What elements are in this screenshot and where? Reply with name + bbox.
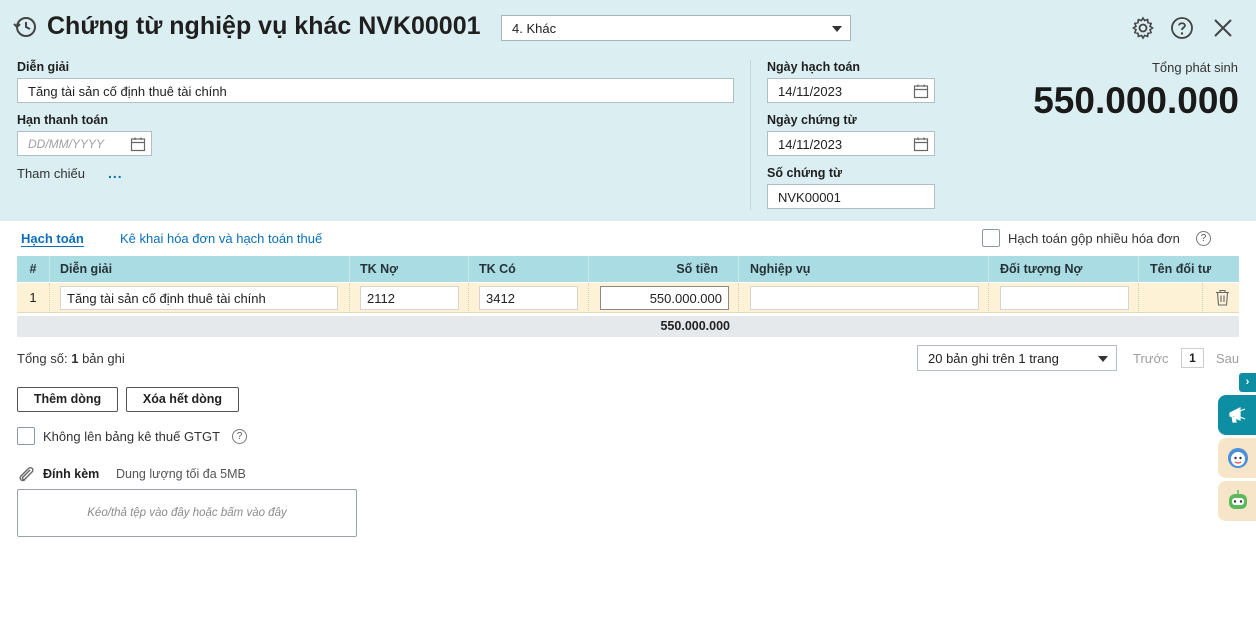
column-header-index: #	[17, 256, 50, 282]
row-operation-input[interactable]	[750, 286, 979, 310]
row-amount-input[interactable]: 550.000.000	[600, 286, 729, 310]
chevron-right-icon[interactable]: ›	[1239, 373, 1256, 392]
page-title: Chứng từ nghiệp vụ khác NVK00001	[47, 12, 481, 40]
posting-date-label: Ngày hạch toán	[767, 60, 861, 74]
chevron-down-icon	[832, 26, 842, 32]
row-debit-object-cell	[989, 283, 1139, 313]
combine-invoices-checkbox[interactable]	[982, 229, 1000, 247]
help-icon[interactable]: ?	[232, 429, 247, 444]
record-summary: Tổng số: 1 bản ghi	[17, 351, 125, 366]
add-row-button[interactable]: Thêm dòng	[17, 387, 118, 412]
row-description-cell: Tăng tài sản cố định thuê tài chính	[50, 283, 350, 313]
description-input[interactable]: Tăng tài sản cố định thuê tài chính	[17, 78, 734, 103]
due-date-label: Hạn thanh toán	[17, 113, 108, 127]
megaphone-icon	[1229, 407, 1246, 423]
voucher-date-label: Ngày chứng từ	[767, 113, 857, 127]
calendar-icon[interactable]	[913, 136, 929, 152]
no-vat-list-label: Không lên bảng kê thuế GTGT	[43, 429, 221, 444]
total-value: 550.000.000	[1033, 80, 1239, 121]
support-assistant-button[interactable]	[1218, 438, 1256, 478]
help-icon[interactable]	[1170, 16, 1194, 40]
column-header-amount: Số tiền	[589, 256, 739, 282]
row-debit-account-input[interactable]: 2112	[360, 286, 459, 310]
no-vat-list-checkbox[interactable]	[17, 427, 35, 445]
misa-bot-button[interactable]	[1218, 481, 1256, 521]
combine-invoices-label: Hạch toán gộp nhiều hóa đơn	[1008, 231, 1180, 246]
posting-date-input[interactable]: 14/11/2023	[767, 78, 935, 103]
row-index: 1	[17, 283, 50, 313]
record-count: 1	[71, 351, 79, 366]
row-operation-cell	[739, 283, 989, 313]
paperclip-icon	[19, 466, 34, 482]
column-header-debit-account: TK Nợ	[350, 256, 469, 282]
delete-all-rows-button[interactable]: Xóa hết dòng	[126, 387, 239, 412]
voucher-type-select[interactable]: 4. Khác	[501, 15, 851, 41]
header-divider	[750, 60, 751, 210]
table-row[interactable]: 1 Tăng tài sản cố định thuê tài chính 21…	[17, 283, 1239, 313]
close-icon[interactable]	[1211, 16, 1235, 40]
voucher-no-input[interactable]: NVK00001	[767, 184, 935, 209]
support-agent-icon	[1228, 448, 1248, 468]
trash-icon[interactable]	[1215, 289, 1230, 306]
record-summary-suffix: bản ghi	[82, 351, 125, 366]
row-credit-account-cell: 3412	[469, 283, 589, 313]
page-size-value: 20 bản ghi trên 1 trang	[928, 351, 1059, 366]
voucher-date-input[interactable]: 14/11/2023	[767, 131, 935, 156]
voucher-date-value: 14/11/2023	[778, 137, 843, 152]
current-page[interactable]: 1	[1181, 348, 1204, 368]
announcement-button[interactable]	[1218, 395, 1256, 435]
due-date-placeholder: DD/MM/YYYY	[28, 137, 105, 151]
grid-total-row: 550.000.000	[17, 316, 1239, 337]
column-header-operation: Nghiệp vụ	[739, 256, 989, 282]
history-icon[interactable]	[12, 14, 38, 40]
help-icon[interactable]: ?	[1196, 231, 1211, 246]
row-debit-object-input[interactable]	[1000, 286, 1129, 310]
attachment-limit: Dung lượng tối đa 5MB	[116, 467, 246, 481]
voucher-no-label: Số chứng từ	[767, 166, 843, 180]
file-drop-zone[interactable]: Kéo/thả tệp vào đây hoặc bấm vào đây	[17, 489, 357, 537]
calendar-icon[interactable]	[913, 83, 929, 99]
total-label: Tổng phát sinh	[1151, 60, 1238, 75]
robot-icon	[1229, 490, 1247, 509]
gear-icon[interactable]	[1131, 16, 1155, 40]
attachment-label: Đính kèm	[43, 467, 100, 481]
row-credit-account-input[interactable]: 3412	[479, 286, 578, 310]
reference-label: Tham chiếu	[17, 166, 85, 181]
tab-invoice-tax[interactable]: Kê khai hóa đơn và hạch toán thuế	[120, 231, 322, 246]
row-amount-cell: 550.000.000	[589, 283, 739, 313]
voucher-type-value: 4. Khác	[512, 21, 557, 36]
tab-accounting[interactable]: Hạch toán	[21, 231, 84, 246]
calendar-icon[interactable]	[130, 136, 146, 152]
due-date-input[interactable]: DD/MM/YYYY	[17, 131, 152, 156]
voucher-header: Chứng từ nghiệp vụ khác NVK00001 4. Khác…	[0, 0, 1256, 221]
reference-more-button[interactable]: ...	[108, 165, 123, 181]
grid-header: # Diễn giải TK Nợ TK Có Số tiền Nghiệp v…	[17, 256, 1239, 282]
next-page-button[interactable]: Sau	[1216, 351, 1239, 366]
row-description-input[interactable]: Tăng tài sản cố định thuê tài chính	[60, 286, 338, 310]
row-object-name-cell	[1139, 283, 1203, 313]
description-label: Diễn giải	[17, 60, 70, 74]
grid-total-amount: 550.000.000	[660, 319, 730, 333]
column-header-debit-object: Đối tượng Nợ	[989, 256, 1139, 282]
chevron-down-icon	[1098, 356, 1108, 362]
column-header-object-name: Tên đối tư	[1150, 262, 1212, 276]
column-header-description: Diễn giải	[50, 256, 350, 282]
column-header-credit-account: TK Có	[469, 256, 589, 282]
row-debit-account-cell: 2112	[350, 283, 469, 313]
record-summary-prefix: Tổng số:	[17, 351, 68, 366]
posting-date-value: 14/11/2023	[778, 84, 843, 99]
page-size-select[interactable]: 20 bản ghi trên 1 trang	[917, 345, 1117, 371]
prev-page-button[interactable]: Trước	[1133, 351, 1169, 366]
